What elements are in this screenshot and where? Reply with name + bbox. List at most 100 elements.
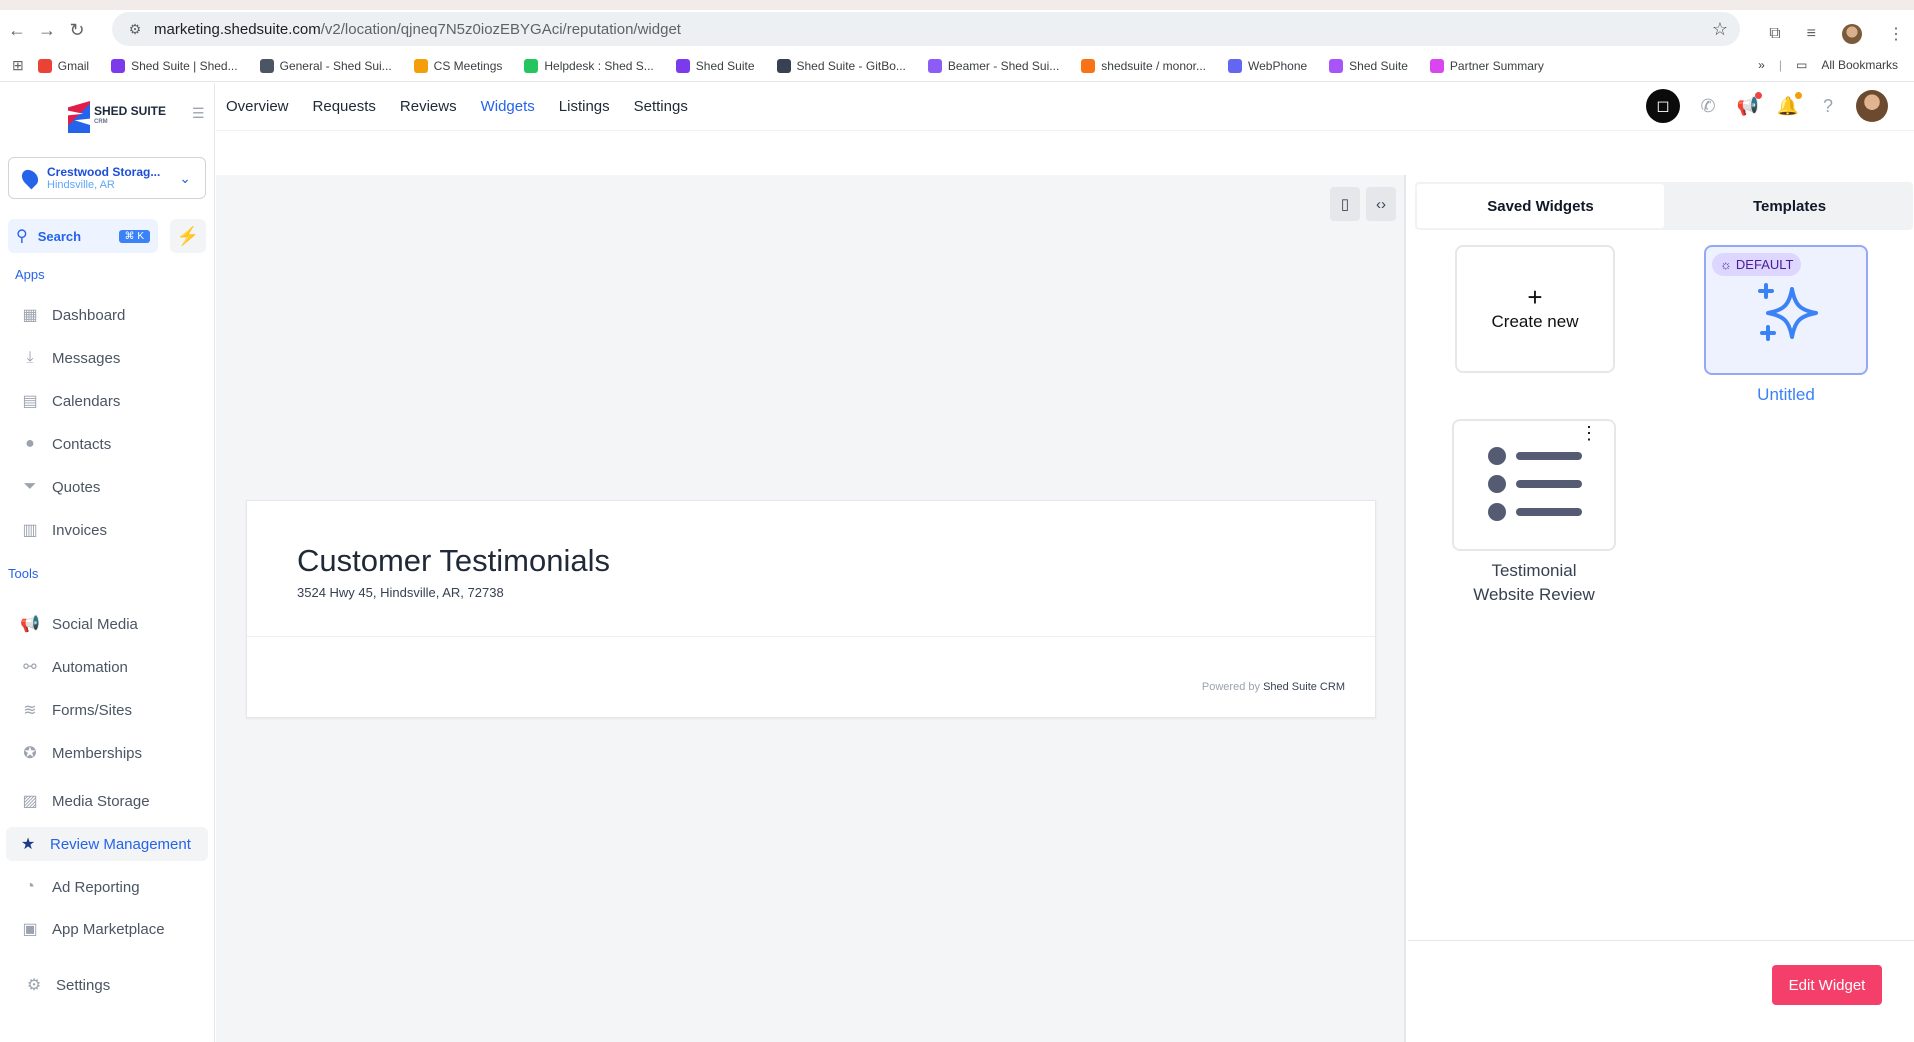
megaphone-icon: 📢 — [20, 616, 40, 633]
tab-overview[interactable]: Overview — [226, 98, 289, 115]
chevron-down-icon: ⌄ — [179, 169, 191, 186]
sparkles-icon — [1758, 283, 1818, 341]
sidebar-item-memberships[interactable]: ✪ Memberships — [20, 741, 142, 765]
apps-grid-icon[interactable]: ⊞ — [12, 57, 24, 74]
briefcase-icon: ▣ — [22, 921, 38, 938]
quotes-icon: ⏷ — [23, 478, 37, 495]
sidebar-item-calendars[interactable]: ▤ Calendars — [20, 389, 120, 413]
sidebar-item-review-management[interactable]: ★ Review Management — [6, 827, 208, 861]
sidebar-item-social-media[interactable]: 📢 Social Media — [20, 612, 138, 636]
bookmark-favicon-icon — [1081, 58, 1096, 73]
all-bookmarks[interactable]: All Bookmarks — [1821, 58, 1898, 72]
announcement-icon[interactable]: 📢 — [1736, 92, 1762, 118]
powered-by: Powered by Shed Suite CRM — [1201, 681, 1345, 693]
database-icon: ≋ — [23, 702, 37, 719]
help-icon[interactable]: ? — [1816, 94, 1840, 118]
search-button[interactable]: ⚲ Search ⌘ K — [8, 219, 158, 253]
tab-reviews[interactable]: Reviews — [400, 98, 457, 115]
back-icon[interactable]: ← — [4, 17, 30, 43]
plus-icon: + — [1527, 282, 1543, 312]
bookmark-item[interactable]: Shed Suite — [675, 58, 755, 73]
testimonial-widget-name[interactable]: Testimonial Website Review — [1432, 559, 1636, 607]
bookmark-item[interactable]: General - Shed Sui... — [259, 58, 392, 73]
tab-widgets[interactable]: Widgets — [481, 98, 535, 115]
forward-icon[interactable]: → — [34, 17, 60, 43]
search-shortcut: ⌘ K — [118, 229, 150, 243]
bookmark-item[interactable]: Shed Suite - GitBo... — [776, 58, 906, 73]
sidebar-item-invoices[interactable]: ▥ Invoices — [20, 518, 107, 542]
notifications-icon[interactable]: 🔔 — [1776, 92, 1802, 118]
tab-saved-widgets[interactable]: Saved Widgets — [1417, 184, 1664, 228]
bookmark-item[interactable]: Helpdesk : Shed S... — [524, 58, 654, 73]
bookmarks-overflow-icon[interactable]: » — [1758, 58, 1765, 72]
extensions-icon[interactable]: ⧉ — [1769, 25, 1780, 43]
bookmark-item[interactable]: Shed Suite | Shed... — [111, 58, 238, 73]
quick-actions-bolt-icon[interactable]: ⚡ — [170, 219, 206, 253]
apps-section-label: Apps — [15, 267, 45, 282]
sidebar-item-app-marketplace[interactable]: ▣ App Marketplace — [20, 917, 164, 941]
tools-section-label: Tools — [8, 566, 39, 581]
bookmark-favicon-icon — [1429, 58, 1444, 73]
tab-templates[interactable]: Templates — [1666, 182, 1913, 230]
sidebar-item-dashboard[interactable]: ▦ Dashboard — [20, 303, 125, 327]
bookmarks-bar: ⊞ Gmail Shed Suite | Shed... General - She… — [0, 50, 1914, 82]
location-city: Hindsville, AR — [47, 179, 115, 191]
mobile-view-icon[interactable]: ▯ — [1330, 187, 1360, 221]
reload-icon[interactable]: ↻ — [64, 17, 90, 43]
default-widget-tile[interactable]: ☼ DEFAULT — [1704, 245, 1868, 375]
bookmark-item[interactable]: WebPhone — [1228, 58, 1307, 73]
url-path: /v2/location/qjneq7N5z0iozEBYGAci/reputa… — [320, 20, 681, 38]
create-new-widget[interactable]: + Create new — [1455, 245, 1615, 373]
bookmark-item[interactable]: CS Meetings — [413, 58, 502, 73]
edit-widget-button[interactable]: Edit Widget — [1772, 965, 1882, 1005]
site-settings-icon[interactable]: ⚙ — [120, 21, 150, 38]
search-icon: ⚲ — [16, 228, 28, 245]
sidebar-item-forms-sites[interactable]: ≋ Forms/Sites — [20, 698, 132, 722]
bookmark-item[interactable]: Gmail — [37, 58, 89, 73]
testimonial-widget-tile[interactable]: ⋮ — [1452, 419, 1616, 551]
sidebar-item-media-storage[interactable]: ▨ Media Storage — [20, 789, 149, 813]
award-icon: ✪ — [23, 745, 37, 762]
collapse-sidebar-icon[interactable]: ☰ — [192, 105, 205, 122]
sidebar-item-messages[interactable]: ⤓ Messages — [20, 346, 120, 370]
brand-logo[interactable]: SHED SUITE CRM — [68, 101, 166, 133]
bookmark-item[interactable]: Beamer - Shed Sui... — [927, 58, 1059, 73]
more-options-icon[interactable]: ⋮ — [1580, 424, 1598, 442]
widget-address: 3524 Hwy 45, Hindsville, AR, 72738 — [297, 585, 504, 600]
bookmark-item[interactable]: Shed Suite — [1329, 58, 1408, 73]
search-label: Search — [37, 228, 82, 244]
image-icon: ▨ — [22, 793, 38, 810]
gear-icon: ⚙ — [26, 977, 42, 994]
bookmark-star-icon[interactable]: ☆ — [1712, 19, 1728, 40]
sidebar-item-contacts[interactable]: ● Contacts — [20, 432, 111, 456]
url-host: marketing.shedsuite.com — [154, 20, 321, 38]
phone-icon[interactable]: ✆ — [1696, 94, 1720, 118]
tab-settings[interactable]: Settings — [634, 98, 688, 115]
chat-icon[interactable]: ◻ — [1646, 89, 1680, 123]
reputation-tabs: Overview Requests Reviews Widgets Listings Se… — [216, 83, 1914, 131]
bookmark-item[interactable]: Partner Summary — [1429, 58, 1544, 73]
chrome-menu-icon[interactable]: ⋮ — [1888, 24, 1904, 44]
embed-code-icon[interactable]: ‹› — [1366, 187, 1396, 221]
sidebar-item-quotes[interactable]: ⏷ Quotes — [20, 475, 101, 499]
media-control-icon[interactable]: ≡ — [1807, 25, 1816, 43]
user-avatar[interactable] — [1856, 90, 1888, 122]
bookmark-favicon-icon — [1228, 58, 1243, 73]
widgets-panel: Saved Widgets Templates + Create new ☼ DE… — [1408, 175, 1914, 1042]
tab-requests[interactable]: Requests — [313, 98, 376, 115]
profile-avatar[interactable] — [1842, 24, 1862, 44]
folder-icon: ▭ — [1795, 58, 1808, 72]
address-bar[interactable]: ⚙ marketing.shedsuite.com/v2/location/qj… — [112, 12, 1740, 46]
untitled-widget-name[interactable]: Untitled — [1704, 385, 1868, 405]
browser-tab-strip — [0, 0, 1914, 10]
default-badge: ☼ DEFAULT — [1712, 253, 1802, 276]
bookmark-favicon-icon — [413, 58, 428, 73]
bookmark-item[interactable]: shedsuite / monor... — [1081, 58, 1206, 73]
automation-icon: ⚯ — [23, 659, 37, 676]
sidebar-item-ad-reporting[interactable]: ◔ Ad Reporting — [20, 875, 139, 899]
location-switcher[interactable]: Crestwood Storag... Hindsville, AR ⌄ — [8, 157, 206, 199]
tab-listings[interactable]: Listings — [559, 98, 610, 115]
sidebar-item-automation[interactable]: ⚯ Automation — [20, 655, 128, 679]
messages-icon: ⤓ — [26, 349, 34, 366]
sidebar-item-settings[interactable]: ⚙ Settings — [24, 973, 110, 997]
